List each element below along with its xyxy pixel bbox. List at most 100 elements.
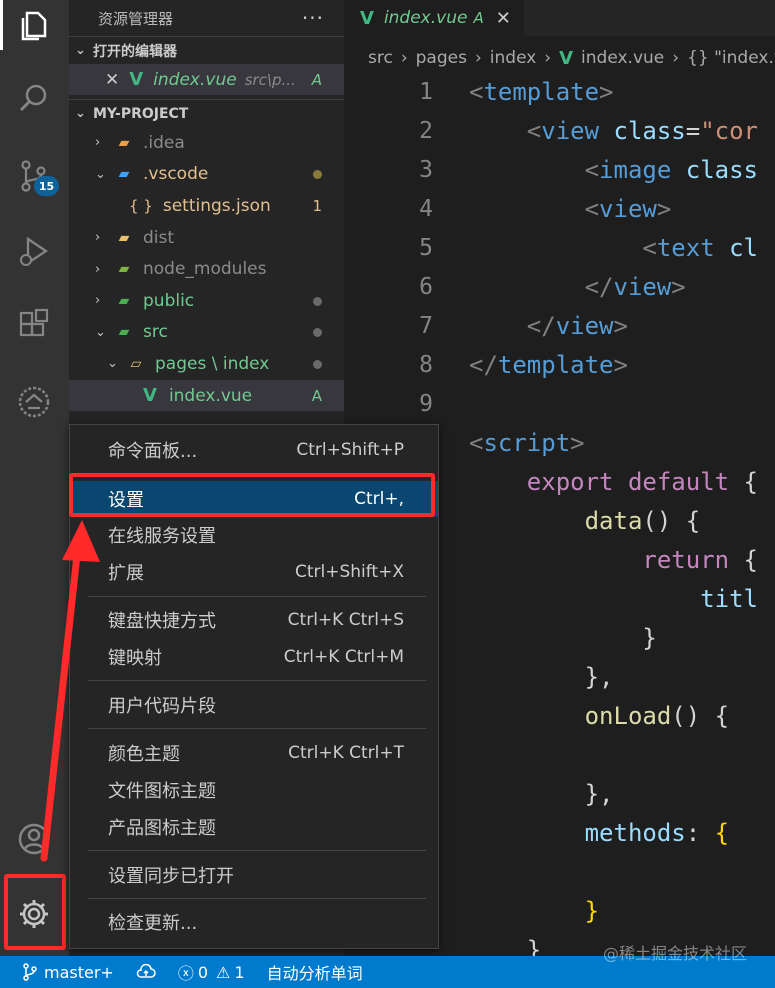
project-section[interactable]: ⌄ MY-PROJECT — [69, 99, 344, 127]
vue-file-icon: V — [129, 69, 144, 90]
close-icon[interactable]: ✕ — [496, 8, 511, 29]
more-actions-icon[interactable]: ··· — [302, 6, 324, 30]
line-number: 3 — [419, 156, 433, 183]
active-indicator — [0, 0, 3, 50]
account-icon[interactable] — [12, 817, 56, 861]
menu-separator — [88, 898, 426, 899]
open-editor-name: index.vue — [153, 69, 237, 90]
breadcrumb-item[interactable]: {} "index.vue — [687, 48, 775, 68]
chevron-right-icon: › — [474, 48, 482, 68]
breadcrumb-item[interactable]: index.vue — [581, 48, 664, 68]
tab-status: A — [473, 9, 484, 27]
branch-status[interactable]: master+ — [22, 963, 114, 982]
line-number: 8 — [419, 351, 433, 378]
folder-icon: ▰ — [118, 134, 130, 151]
scm-badge: 15 — [34, 176, 59, 196]
explorer-icon[interactable] — [12, 3, 56, 47]
menu-item-product-icon-theme[interactable]: 产品图标主题 — [70, 809, 438, 845]
tree-item-vscode[interactable]: ⌄ ▰ .vscode — [69, 159, 344, 191]
tree-item-label: src — [143, 322, 168, 343]
node-folder-icon: ▰ — [118, 261, 130, 278]
public-folder-icon: ▰ — [118, 292, 130, 309]
open-editor-item[interactable]: ✕ V index.vue src\p... A — [69, 64, 344, 95]
menu-item-keymaps[interactable]: 键映射 Ctrl+K Ctrl+M — [70, 639, 438, 675]
menu-separator — [88, 850, 426, 851]
breadcrumb-item[interactable]: index — [490, 48, 537, 68]
menu-item-check-updates[interactable]: 检查更新... — [70, 904, 438, 940]
menu-item-shortcut: Ctrl+K Ctrl+S — [287, 610, 404, 630]
tree-item-dist[interactable]: › ▰ dist — [69, 222, 344, 254]
menu-item-label: 扩展 — [108, 563, 144, 584]
menu-item-label: 产品图标主题 — [108, 818, 216, 839]
line-number: 2 — [419, 117, 433, 144]
breadcrumb-item[interactable]: src — [368, 48, 393, 68]
menu-item-label: 用户代码片段 — [108, 696, 216, 717]
status-dot — [313, 355, 322, 373]
line-number: 1 — [419, 78, 433, 105]
tree-item-label: .idea — [143, 132, 185, 153]
run-debug-icon[interactable] — [12, 230, 56, 274]
chevron-right-icon: › — [544, 48, 552, 68]
tab-label: index.vue — [383, 8, 468, 28]
explorer-title: 资源管理器 — [98, 9, 174, 28]
tree-item-label: node_modules — [143, 259, 267, 280]
menu-item-user-snippets[interactable]: 用户代码片段 — [70, 687, 438, 723]
breadcrumb-item[interactable]: pages — [416, 48, 467, 68]
menu-item-command-palette[interactable]: 命令面板... Ctrl+Shift+P — [70, 432, 438, 468]
menu-item-extensions[interactable]: 扩展 Ctrl+Shift+X — [70, 554, 438, 590]
tree-item-node-modules[interactable]: › ▰ node_modules — [69, 253, 344, 285]
menu-item-shortcut: Ctrl+K Ctrl+T — [288, 743, 404, 763]
problems-status[interactable]: ⓧ 0 ⚠ 1 — [178, 960, 245, 984]
tree-item-pages-index[interactable]: ⌄ ▱ pages \ index — [69, 348, 344, 380]
menu-item-online-services[interactable]: 在线服务设置 — [70, 517, 438, 553]
tree-item-label: settings.json — [162, 195, 271, 216]
tree-item-idea[interactable]: › ▰ .idea — [69, 127, 344, 159]
chevron-right-icon: › — [672, 48, 680, 68]
menu-item-label: 键映射 — [108, 648, 162, 669]
vue-file-icon: V — [559, 47, 574, 69]
open-editors-label: 打开的编辑器 — [93, 43, 177, 60]
explorer-header: 资源管理器 ··· — [69, 0, 344, 36]
tab-index-vue[interactable]: V index.vue A ✕ — [344, 0, 524, 36]
menu-item-file-icon-theme[interactable]: 文件图标主题 — [70, 772, 438, 808]
extensions-icon[interactable] — [12, 303, 56, 347]
tree-item-src[interactable]: ⌄ ▰ src — [69, 317, 344, 349]
error-icon: ⓧ — [177, 964, 194, 983]
status-dot — [313, 323, 322, 341]
menu-item-label: 在线服务设置 — [108, 526, 216, 547]
tree-item-label: dist — [143, 227, 175, 248]
remote-icon[interactable] — [12, 380, 56, 424]
error-count: 0 — [197, 962, 209, 982]
line-number: 4 — [419, 195, 433, 222]
analyze-status[interactable]: 自动分析单词 — [267, 960, 363, 984]
menu-separator — [88, 596, 426, 597]
line-number: 7 — [419, 312, 433, 339]
json-icon: { } — [129, 196, 153, 215]
chevron-right-icon: › — [95, 293, 101, 309]
tree-item-index-vue[interactable]: V index.vue A — [69, 379, 344, 412]
menu-item-label: 键盘快捷方式 — [108, 611, 216, 632]
watermark: @稀土掘金技术社区 — [603, 944, 748, 963]
tree-item-label: pages \ index — [155, 353, 270, 374]
menu-item-settings-sync[interactable]: 设置同步已打开 — [70, 857, 438, 893]
tree-item-label: public — [143, 290, 195, 311]
open-editors-section[interactable]: ⌄ 打开的编辑器 — [69, 36, 344, 64]
src-folder-icon: ▰ — [118, 324, 130, 341]
problem-count: 1 — [312, 196, 322, 215]
menu-item-color-theme[interactable]: 颜色主题 Ctrl+K Ctrl+T — [70, 735, 438, 771]
tree-item-public[interactable]: › ▰ public — [69, 285, 344, 317]
tree-item-settings[interactable]: { } settings.json 1 — [69, 190, 344, 222]
chevron-right-icon: › — [95, 230, 101, 246]
project-label: MY-PROJECT — [93, 105, 189, 122]
chevron-right-icon: › — [400, 48, 408, 68]
line-number: 9 — [419, 390, 433, 417]
close-icon[interactable]: ✕ — [105, 70, 119, 90]
sync-status[interactable] — [136, 964, 156, 980]
menu-item-keyboard-shortcuts[interactable]: 键盘快捷方式 Ctrl+K Ctrl+S — [70, 602, 438, 638]
menu-item-label: 命令面板... — [108, 441, 198, 462]
search-icon[interactable] — [12, 76, 56, 120]
chevron-down-icon: ⌄ — [95, 324, 106, 340]
chevron-right-icon: › — [95, 261, 101, 277]
chevron-down-icon: ⌄ — [107, 356, 118, 372]
menu-item-label: 设置同步已打开 — [108, 866, 234, 887]
